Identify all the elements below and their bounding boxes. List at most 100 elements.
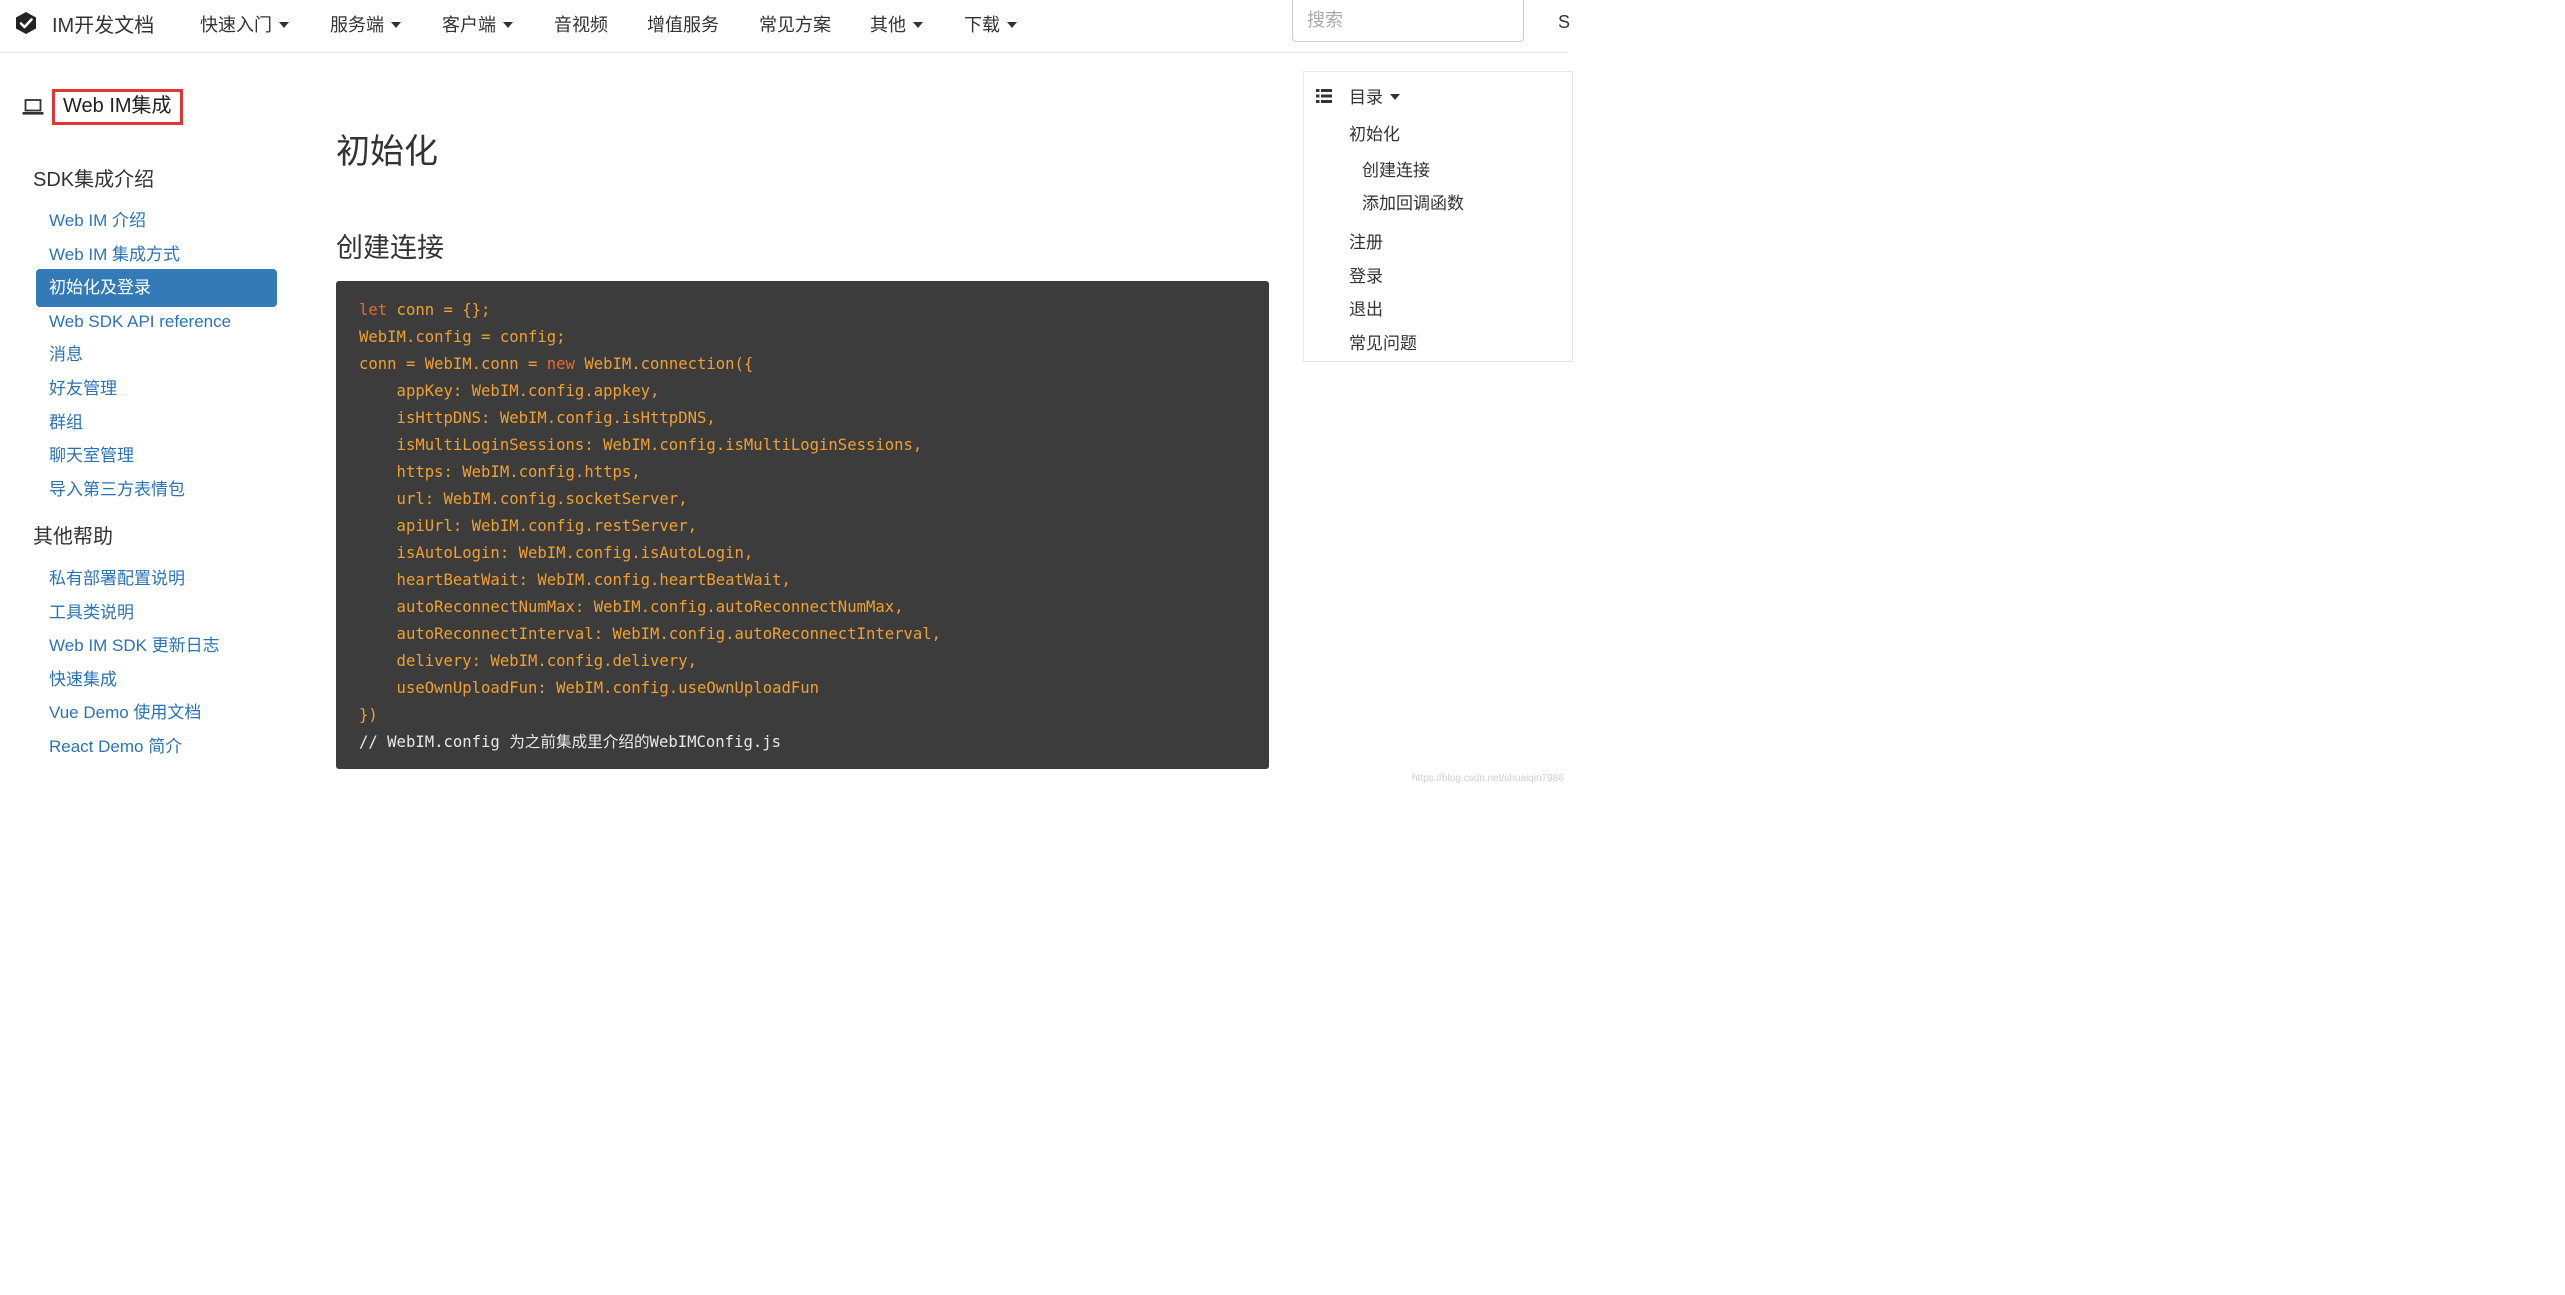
nav-item-label: 音视频 — [554, 15, 608, 35]
nav-item-label: 其他 — [870, 15, 906, 35]
code-token: apiUrl: WebIM.config.restServer, — [359, 517, 697, 535]
sidebar-item[interactable]: Web IM 集成方式 — [36, 237, 277, 273]
nav-item-5[interactable]: 常见方案 — [759, 11, 831, 37]
code-line: let conn = {}; — [359, 297, 1269, 324]
sidebar-item[interactable]: 快速集成 — [36, 662, 277, 698]
code-token: }) — [359, 706, 378, 724]
code-line: isMultiLoginSessions: WebIM.config.isMul… — [359, 432, 1269, 459]
code-token: autoReconnectInterval: WebIM.config.auto… — [359, 625, 942, 643]
code-token: autoReconnectNumMax: WebIM.config.autoRe… — [359, 598, 904, 616]
toc-item[interactable]: 注册 — [1349, 228, 1383, 253]
code-token: isAutoLogin: WebIM.config.isAutoLogin, — [359, 544, 754, 562]
code-line: }) — [359, 702, 1269, 729]
brand-logo-icon — [16, 12, 36, 34]
code-line: // WebIM.config 为之前集成里介绍的WebIMConfig.js — [359, 729, 1269, 756]
section-heading: 创建连接 — [336, 233, 444, 263]
toc-item[interactable]: 初始化 — [1349, 120, 1400, 145]
code-line: isHttpDNS: WebIM.config.isHttpDNS, — [359, 405, 1269, 432]
code-token: conn = WebIM.conn = — [359, 355, 547, 373]
nav-item-label: 快速入门 — [200, 15, 272, 35]
code-token: useOwnUploadFun: WebIM.config.useOwnUplo… — [359, 679, 820, 697]
navbar-edge-item[interactable]: S — [1558, 12, 1570, 33]
code-token: appKey: WebIM.config.appkey, — [359, 382, 660, 400]
toc-item[interactable]: 添加回调函数 — [1362, 189, 1464, 214]
nav-item-2[interactable]: 客户端 — [442, 11, 513, 37]
code-line: WebIM.config = config; — [359, 324, 1269, 351]
code-line: url: WebIM.config.socketServer, — [359, 486, 1269, 513]
nav-item-label: 服务端 — [330, 15, 384, 35]
sidebar-section-title: 其他帮助 — [33, 526, 113, 548]
code-comment: // WebIM.config 为之前集成里介绍的WebIMConfig.js — [359, 733, 781, 751]
code-token: https: WebIM.config.https, — [359, 463, 641, 481]
chevron-down-icon — [1390, 93, 1400, 100]
sidebar-title: Web IM集成 — [52, 89, 183, 125]
toc-item[interactable]: 退出 — [1349, 295, 1383, 320]
toc-header-label: 目录 — [1349, 88, 1383, 107]
nav-item-label: 客户端 — [442, 15, 496, 35]
toc-toggle[interactable]: 目录 — [1316, 83, 1400, 108]
code-token: isMultiLoginSessions: WebIM.config.isMul… — [359, 436, 923, 454]
toc-item[interactable]: 登录 — [1349, 262, 1383, 287]
code-line: autoReconnectInterval: WebIM.config.auto… — [359, 621, 1269, 648]
code-line: https: WebIM.config.https, — [359, 459, 1269, 486]
toc-item[interactable]: 常见问题 — [1349, 329, 1417, 354]
code-line: autoReconnectNumMax: WebIM.config.autoRe… — [359, 594, 1269, 621]
sidebar-item[interactable]: 工具类说明 — [36, 595, 277, 631]
nav-item-label: 增值服务 — [647, 15, 719, 35]
chevron-down-icon — [1007, 22, 1017, 28]
nav-item-1[interactable]: 服务端 — [330, 11, 401, 37]
code-line: delivery: WebIM.config.delivery, — [359, 648, 1269, 675]
search-input[interactable] — [1292, 0, 1524, 42]
chevron-down-icon — [391, 22, 401, 28]
nav-item-label: 下载 — [964, 15, 1000, 35]
code-token: WebIM.config = config; — [359, 328, 566, 346]
laptop-icon — [22, 99, 44, 115]
sidebar-section-title: SDK集成介绍 — [33, 169, 155, 191]
code-line: conn = WebIM.conn = new WebIM.connection… — [359, 351, 1269, 378]
code-token: conn = {}; — [387, 301, 491, 319]
list-icon — [1316, 88, 1332, 103]
nav-item-6[interactable]: 其他 — [870, 11, 923, 37]
sidebar-item[interactable]: React Demo 简介 — [36, 729, 277, 765]
sidebar-item[interactable]: 好友管理 — [36, 371, 277, 407]
nav-item-7[interactable]: 下载 — [964, 11, 1017, 37]
code-line: isAutoLogin: WebIM.config.isAutoLogin, — [359, 540, 1269, 567]
code-token: WebIM.connection({ — [574, 355, 754, 373]
code-token: isHttpDNS: WebIM.config.isHttpDNS, — [359, 409, 716, 427]
code-block: let conn = {}; WebIM.config = config; conn… — [336, 281, 1269, 769]
code-keyword: new — [546, 355, 575, 373]
nav-item-0[interactable]: 快速入门 — [200, 11, 289, 37]
page-title: 初始化 — [336, 133, 438, 171]
code-keyword: let — [359, 301, 388, 319]
sidebar-item[interactable]: Vue Demo 使用文档 — [36, 695, 277, 731]
code-line: appKey: WebIM.config.appkey, — [359, 378, 1269, 405]
sidebar-item[interactable]: 消息 — [36, 337, 277, 373]
sidebar-item[interactable]: 聊天室管理 — [36, 438, 277, 474]
code-line: heartBeatWait: WebIM.config.heartBeatWai… — [359, 567, 1269, 594]
sidebar-item[interactable]: 私有部署配置说明 — [36, 561, 277, 597]
chevron-down-icon — [913, 22, 923, 28]
sidebar-item[interactable]: Web IM 介绍 — [36, 203, 277, 239]
chevron-down-icon — [503, 22, 513, 28]
code-line: useOwnUploadFun: WebIM.config.useOwnUplo… — [359, 675, 1269, 702]
nav-item-3[interactable]: 音视频 — [554, 11, 608, 37]
sidebar-item[interactable]: 导入第三方表情包 — [36, 472, 277, 508]
table-of-contents: 目录 初始化创建连接添加回调函数注册登录退出常见问题 — [1303, 71, 1573, 362]
sidebar-item[interactable]: Web IM SDK 更新日志 — [36, 628, 277, 664]
nav-item-label: 常见方案 — [759, 15, 831, 35]
brand-link[interactable]: IM开发文档 — [14, 9, 154, 37]
sidebar-item[interactable]: Web SDK API reference — [36, 304, 277, 340]
code-token: delivery: WebIM.config.delivery, — [359, 652, 697, 670]
sidebar-header: Web IM集成 — [22, 87, 183, 127]
top-navbar: IM开发文档 快速入门 服务端 客户端 音视频 增值服务 常见方案 其他 下载 S — [0, 0, 1570, 53]
code-token: url: WebIM.config.socketServer, — [359, 490, 688, 508]
toc-item[interactable]: 创建连接 — [1362, 156, 1430, 181]
sidebar-item-active[interactable]: 初始化及登录 — [36, 269, 277, 308]
watermark-text: https://blog.csdn.net/shuaiqin7986 — [1412, 773, 1564, 784]
code-token: heartBeatWait: WebIM.config.heartBeatWai… — [359, 571, 791, 589]
code-line: apiUrl: WebIM.config.restServer, — [359, 513, 1269, 540]
chevron-down-icon — [279, 22, 289, 28]
sidebar-item[interactable]: 群组 — [36, 405, 277, 441]
nav-item-4[interactable]: 增值服务 — [647, 11, 719, 37]
brand-text: IM开发文档 — [52, 14, 155, 37]
